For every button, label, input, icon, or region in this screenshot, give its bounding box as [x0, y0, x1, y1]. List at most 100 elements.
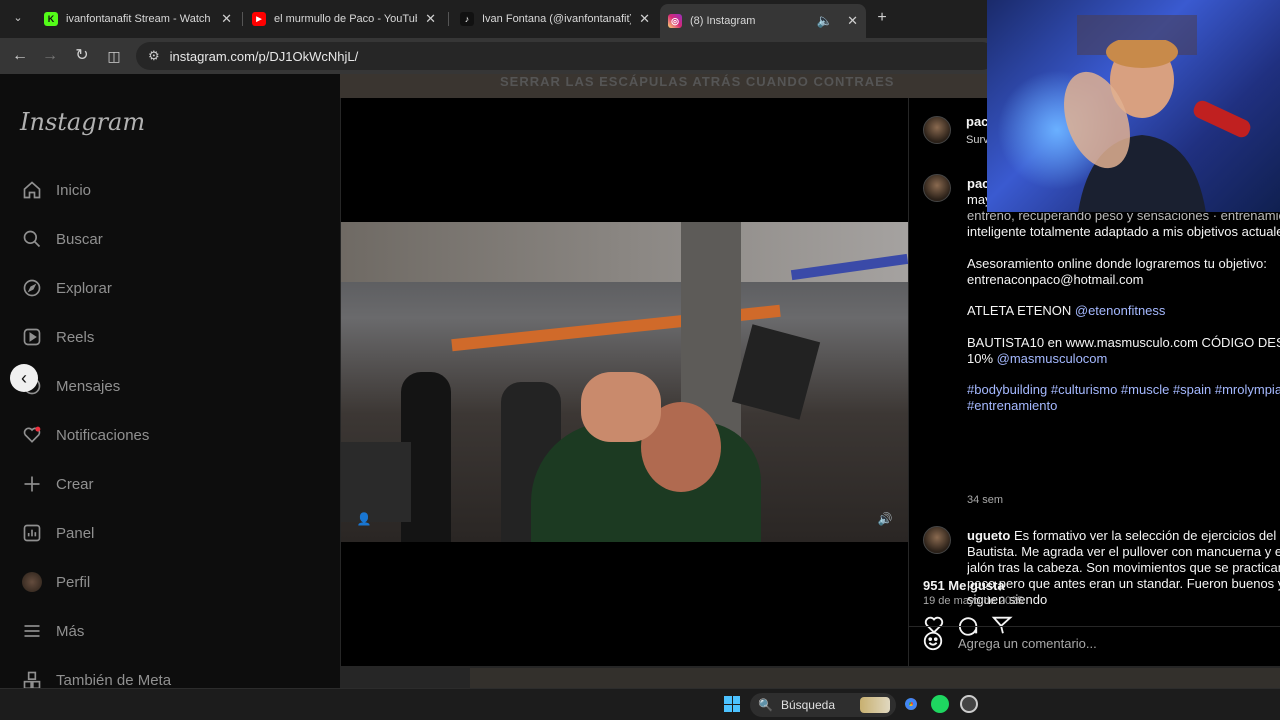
background-feed-bottom [470, 668, 1280, 688]
caption-line: Asesoramiento online donde lograremos tu… [967, 255, 1267, 271]
hashtag-line[interactable]: #bodybuilding #culturismo #muscle #spain… [967, 382, 1280, 398]
commenter-avatar[interactable] [923, 526, 951, 554]
compass-icon [20, 276, 44, 300]
comment-bubble-icon[interactable] [957, 614, 979, 636]
taskbar-search-label: Búsqueda [780, 698, 835, 712]
hashtag-line[interactable]: #entrenamiento [967, 398, 1280, 414]
forward-icon[interactable]: → [40, 46, 60, 66]
previous-post-button[interactable]: ‹ [10, 364, 38, 392]
comment-line: Es formativo ver la selección de ejercic… [1013, 528, 1280, 543]
close-tab-icon[interactable]: ✕ [639, 11, 650, 27]
sidebar-item-inicio[interactable]: Inicio [20, 175, 91, 205]
instagram-logo[interactable]: Instagram [20, 108, 145, 136]
sidebar-item-crear[interactable]: Crear [20, 469, 94, 499]
sidebar-item-explorar[interactable]: Explorar [20, 273, 112, 303]
tab-search-chevron-icon[interactable]: ⌄ [8, 8, 28, 28]
author-username[interactable]: pac [966, 114, 988, 129]
site-info-icon[interactable]: ⚙ [148, 48, 160, 64]
menu-icon [20, 619, 44, 643]
back-icon[interactable]: ← [10, 46, 30, 66]
close-tab-icon[interactable]: ✕ [847, 13, 858, 29]
address-bar[interactable]: ⚙ instagram.com/p/DJ1OkWcNhjL/ [136, 42, 996, 70]
tab-youtube[interactable]: ▶ el murmullo de Paco - YouTube ✕ [244, 6, 444, 32]
tab-audio-icon[interactable]: 🔈 [817, 13, 833, 29]
mention-link[interactable]: @etenonfitness [1075, 303, 1166, 318]
youtube-favicon-icon: ▶ [252, 12, 266, 26]
streamer-webcam-overlay [987, 0, 1280, 212]
caption-text: 10% [967, 350, 997, 366]
spotify-taskbar-icon[interactable] [931, 695, 949, 713]
instagram-favicon-icon: ◎ [668, 14, 682, 28]
sidebar-item-label: Explorar [56, 279, 112, 297]
home-icon [20, 178, 44, 202]
close-tab-icon[interactable]: ✕ [221, 11, 232, 27]
sidebar-item-label: Mensajes [56, 377, 121, 395]
comment-line: poco pero que antes eran un standar. Fue… [967, 576, 1280, 591]
audio-subtitle[interactable]: Surv [966, 134, 989, 146]
sidebar-item-label: Más [56, 622, 85, 640]
sidebar-item-mas[interactable]: Más [20, 616, 84, 646]
reels-icon [20, 325, 44, 349]
sidebar-item-label: Notificaciones [56, 426, 150, 444]
commenter-username[interactable]: ugueto [967, 528, 1010, 543]
sidebar-item-label: Reels [56, 328, 95, 346]
tagged-user-icon[interactable]: 👤 [355, 512, 373, 530]
volume-icon[interactable]: 🔊 [876, 512, 894, 530]
tab-title: ivanfontanafit Stream - Watch Live [66, 13, 213, 25]
background-banner-text: SERRAR LAS ESCÁPULAS ATRÁS CUANDO CONTRA… [500, 74, 895, 89]
caption-author-avatar[interactable] [923, 174, 951, 202]
plus-icon [20, 472, 44, 496]
sidebar-item-buscar[interactable]: Buscar [20, 224, 103, 254]
caption-timestamp: 34 sem [967, 494, 1004, 506]
comment-line: Bautista. Me agrada ver el pullover con … [967, 544, 1280, 559]
author-avatar[interactable] [923, 116, 951, 144]
caption-line: inteligente totalmente adaptado a mis ob… [967, 224, 1280, 239]
sidebar-item-reels[interactable]: Reels [20, 322, 94, 352]
tab-kick[interactable]: K ivanfontanafit Stream - Watch Live ✕ [36, 6, 240, 32]
post-video[interactable]: 👤 🔊 [341, 222, 908, 542]
meta-icon [20, 668, 44, 688]
like-heart-icon[interactable] [923, 614, 945, 636]
sidebar-item-label: Crear [56, 475, 94, 493]
share-send-icon[interactable] [991, 614, 1013, 636]
sidebar-item-label: Panel [56, 524, 95, 542]
comment-line: siguen siendo [967, 592, 1048, 607]
sidebar-item-label: Inicio [56, 181, 92, 199]
sidebar-item-perfil[interactable]: Perfil [20, 567, 90, 597]
sidebar-item-label: Perfil [56, 573, 91, 591]
mention-link[interactable]: @masmusculocom [997, 351, 1108, 366]
caption-email: entrenaconpaco@hotmail.com [967, 271, 1144, 287]
reload-icon[interactable]: ↻ [72, 46, 92, 66]
tab-instagram[interactable]: ◎ (8) Instagram 🔈 ✕ [660, 4, 866, 38]
close-tab-icon[interactable]: ✕ [425, 11, 436, 27]
comment-line: jalón tras la cabeza. Son movimientos qu… [967, 560, 1280, 575]
post-actions [923, 614, 1013, 638]
app-taskbar-icon[interactable] [960, 695, 978, 713]
taskbar-search[interactable]: 🔍 Búsqueda [750, 693, 896, 717]
tab-title: el murmullo de Paco - YouTube [274, 13, 418, 25]
heart-icon [20, 423, 44, 447]
search-highlight-thumbnail [860, 697, 890, 713]
tab-title: (8) Instagram [690, 15, 756, 27]
search-icon [20, 227, 44, 251]
new-tab-button[interactable]: + [872, 8, 892, 28]
url-text: instagram.com/p/DJ1OkWcNhjL/ [169, 48, 359, 64]
split-view-icon[interactable]: ◫ [104, 46, 124, 66]
sidebar-item-label: Buscar [56, 230, 103, 248]
tiktok-favicon-icon: ♪ [460, 12, 474, 26]
sidebar-item-meta[interactable]: También de Meta [20, 665, 171, 688]
caption-line: BAUTISTA10 en www.masmusculo.com CÓDIGO … [967, 334, 1280, 350]
tab-tiktok[interactable]: ♪ Ivan Fontana (@ivanfontanafit) es ✕ [452, 6, 658, 32]
kick-favicon-icon: K [44, 12, 58, 26]
chrome-taskbar-icon[interactable] [902, 695, 920, 713]
streamer-figure [1064, 40, 1206, 212]
windows-taskbar: 🔍 Búsqueda [0, 688, 1280, 720]
caption-line: 10% @masmusculocom [967, 351, 1280, 367]
dashboard-icon [20, 521, 44, 545]
caption-line: ATLETA ETENON @etenonfitness [967, 303, 1280, 319]
post-media[interactable]: 👤 🔊 [341, 98, 908, 666]
sidebar-item-panel[interactable]: Panel [20, 518, 94, 548]
sidebar-item-notificaciones[interactable]: Notificaciones [20, 420, 149, 450]
tab-title: Ivan Fontana (@ivanfontanafit) es [482, 13, 632, 25]
windows-start-icon[interactable] [724, 696, 740, 712]
